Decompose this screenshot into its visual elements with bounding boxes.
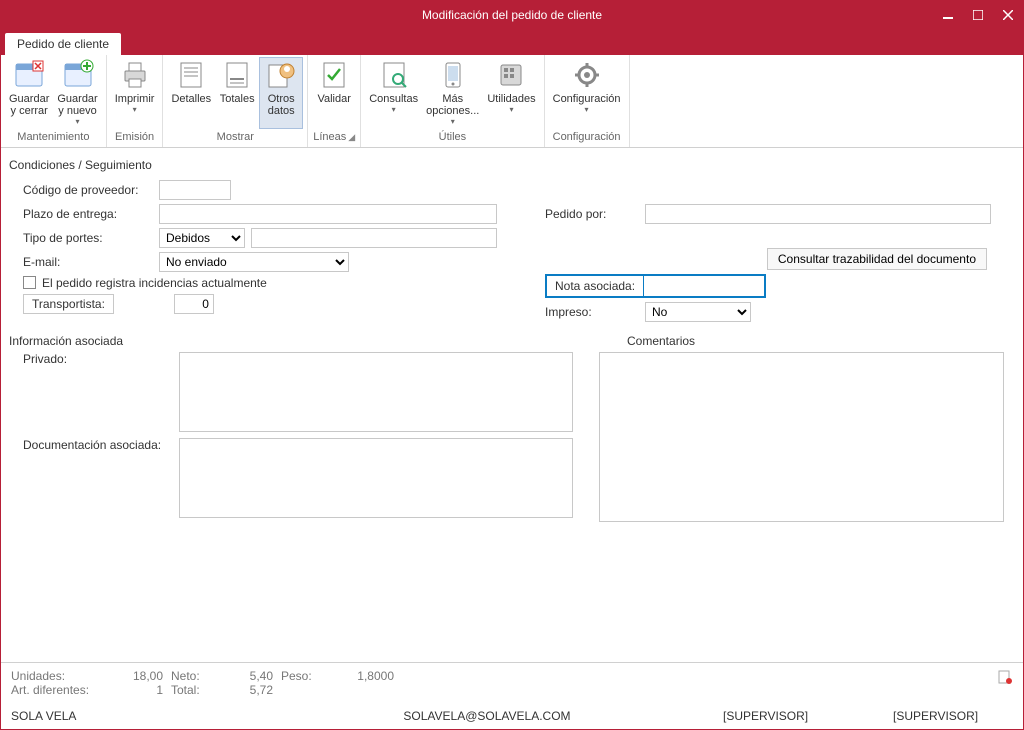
status-user1: [SUPERVISOR] — [723, 709, 893, 723]
totals-icon — [221, 59, 253, 91]
chevron-down-icon: ▾ — [392, 106, 396, 115]
footer-stats: Unidades:Art. diferentes: 18,001 Neto:To… — [1, 663, 1023, 703]
privado-textarea[interactable] — [179, 352, 573, 432]
label-impreso: Impreso: — [545, 305, 645, 319]
printer-icon — [119, 59, 151, 91]
label-incidencias: El pedido registra incidencias actualmen… — [42, 276, 267, 290]
incidencias-checkbox[interactable] — [23, 276, 36, 289]
status-email: SOLAVELA@SOLAVELA.COM — [251, 709, 723, 723]
transportista-button[interactable]: Transportista: — [23, 294, 114, 314]
details-icon — [175, 59, 207, 91]
window-controls — [933, 1, 1023, 29]
flag-icon[interactable] — [997, 669, 1013, 685]
ribbon-group-utiles: Consultas ▾ Más opciones... ▾ Utilidades… — [361, 55, 544, 147]
lineas-launcher[interactable]: ◢ — [348, 132, 355, 142]
validate-icon — [318, 59, 350, 91]
ribbon-group-mantenimiento: Guardar y cerrar Guardar y nuevo ▾ Mante… — [1, 55, 107, 147]
chevron-down-icon: ▾ — [133, 106, 137, 115]
chevron-down-icon: ▾ — [509, 106, 513, 115]
ribbon-group-emision: Imprimir ▾ Emisión — [107, 55, 164, 147]
label-privado: Privado: — [9, 352, 179, 366]
section-comentarios-title: Comentarios — [599, 334, 1015, 348]
close-button[interactable] — [993, 1, 1023, 29]
pedido-por-input[interactable] — [645, 204, 991, 224]
nota-asociada-box: Nota asociada: — [545, 274, 766, 298]
ribbon-group-configuracion: Configuración ▾ Configuración — [545, 55, 630, 147]
label-plazo-entrega: Plazo de entrega: — [9, 207, 159, 221]
otros-datos-button[interactable]: Otros datos — [259, 57, 303, 129]
minimize-button[interactable] — [933, 1, 963, 29]
email-select[interactable]: No enviado — [159, 252, 349, 272]
content: Condiciones / Seguimiento Código de prov… — [1, 148, 1023, 662]
plazo-entrega-input[interactable] — [159, 204, 497, 224]
maximize-button[interactable] — [963, 1, 993, 29]
footer: Unidades:Art. diferentes: 18,001 Neto:To… — [1, 662, 1023, 729]
ribbon: Guardar y cerrar Guardar y nuevo ▾ Mante… — [1, 55, 1023, 148]
tipo-portes-select[interactable]: Debidos — [159, 228, 245, 248]
tab-pedido-cliente[interactable]: Pedido de cliente — [5, 33, 121, 55]
form-area: Código de proveedor: Plazo de entrega: T… — [9, 180, 1015, 326]
ribbon-group-lineas: Validar Líneas◢ — [308, 55, 361, 147]
label-pedido-por: Pedido por: — [545, 207, 645, 221]
window: Modificación del pedido de cliente Pedid… — [0, 0, 1024, 730]
doc-asociada-textarea[interactable] — [179, 438, 573, 518]
totales-button[interactable]: Totales — [215, 57, 259, 129]
ribbon-group-mostrar: Detalles Totales Otros datos Mostrar — [163, 55, 308, 147]
imprimir-button[interactable]: Imprimir ▾ — [111, 57, 159, 129]
tipo-portes-extra-input[interactable] — [251, 228, 497, 248]
validar-button[interactable]: Validar — [312, 57, 356, 129]
detalles-button[interactable]: Detalles — [167, 57, 215, 129]
utilidades-button[interactable]: Utilidades ▾ — [483, 57, 539, 129]
status-user2: [SUPERVISOR] — [893, 709, 1013, 723]
section-condiciones-title: Condiciones / Seguimiento — [9, 158, 1015, 172]
comentarios-textarea[interactable] — [599, 352, 1004, 522]
label-nota-asociada: Nota asociada: — [547, 276, 644, 296]
section-info-title: Información asociada — [9, 334, 599, 348]
other-data-icon — [265, 59, 297, 91]
tab-strip: Pedido de cliente — [1, 29, 1023, 55]
queries-icon — [378, 59, 410, 91]
save-new-icon — [62, 59, 94, 91]
guardar-nuevo-button[interactable]: Guardar y nuevo ▾ — [53, 57, 101, 129]
mas-opciones-button[interactable]: Más opciones... ▾ — [422, 57, 483, 129]
chevron-down-icon: ▾ — [76, 118, 80, 127]
transportista-input[interactable] — [174, 294, 214, 314]
gear-icon — [571, 59, 603, 91]
label-doc-asociada: Documentación asociada: — [9, 438, 179, 452]
chevron-down-icon: ▾ — [451, 118, 455, 127]
more-options-icon — [437, 59, 469, 91]
guardar-cerrar-button[interactable]: Guardar y cerrar — [5, 57, 53, 129]
trazabilidad-button[interactable]: Consultar trazabilidad del documento — [767, 248, 987, 270]
label-email: E-mail: — [9, 255, 159, 269]
utilities-icon — [495, 59, 527, 91]
save-close-icon — [13, 59, 45, 91]
configuracion-button[interactable]: Configuración ▾ — [549, 57, 625, 129]
label-tipo-portes: Tipo de portes: — [9, 231, 159, 245]
impreso-select[interactable]: No — [645, 302, 751, 322]
titlebar: Modificación del pedido de cliente — [1, 1, 1023, 29]
nota-asociada-input[interactable] — [644, 276, 764, 296]
chevron-down-icon: ▾ — [585, 106, 589, 115]
label-codigo-proveedor: Código de proveedor: — [9, 183, 159, 197]
codigo-proveedor-input[interactable] — [159, 180, 231, 200]
statusbar: SOLA VELA SOLAVELA@SOLAVELA.COM [SUPERVI… — [1, 703, 1023, 729]
window-title: Modificación del pedido de cliente — [422, 8, 602, 22]
info-section: Información asociada Privado: Documentac… — [9, 330, 1015, 525]
consultas-button[interactable]: Consultas ▾ — [365, 57, 422, 129]
status-company: SOLA VELA — [11, 709, 251, 723]
